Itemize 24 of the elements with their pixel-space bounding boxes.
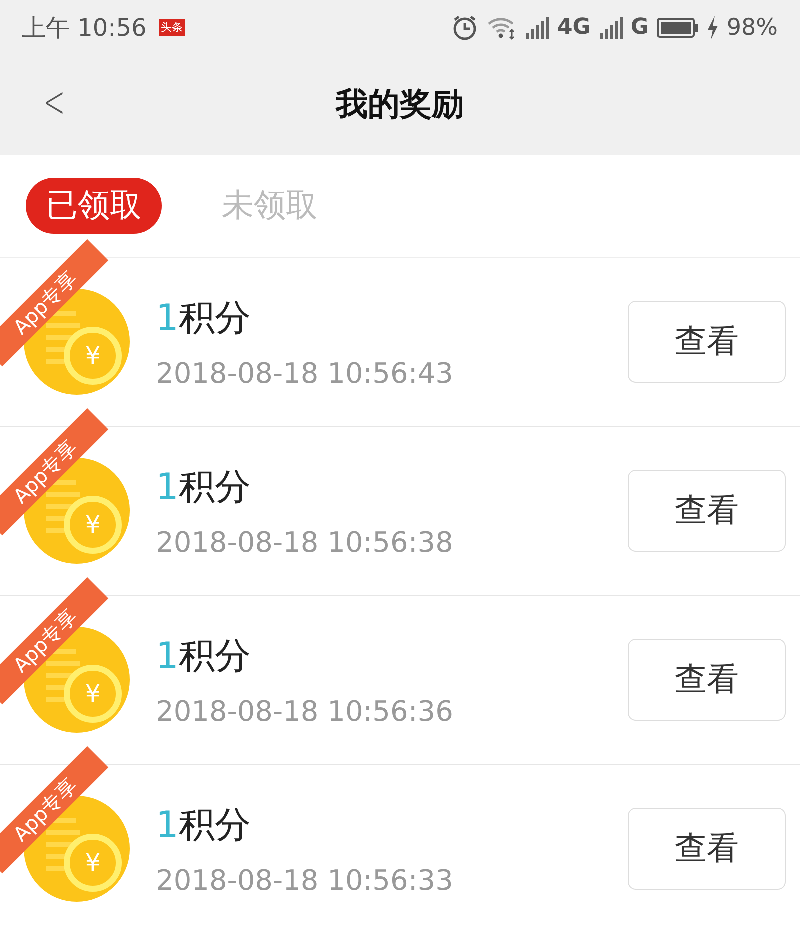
signal-icon — [525, 16, 550, 38]
news-app-badge: 头条 — [158, 19, 185, 36]
signal-icon — [598, 16, 623, 38]
battery-percent: 98% — [726, 14, 778, 40]
reward-time: 2018-08-18 10:56:38 — [156, 526, 454, 559]
charging-icon — [706, 16, 719, 40]
points-amount: 1积分 — [156, 804, 252, 848]
view-button[interactable]: 查看 — [628, 301, 786, 383]
status-time: 上午 10:56 — [22, 12, 147, 44]
reward-time: 2018-08-18 10:56:43 — [156, 357, 454, 390]
reward-time: 2018-08-18 10:56:33 — [156, 864, 454, 897]
reward-time: 2018-08-18 10:56:36 — [156, 695, 454, 728]
view-button[interactable]: 查看 — [628, 639, 786, 721]
battery-icon — [656, 18, 699, 38]
network-type: 4G — [557, 15, 591, 40]
tab[interactable]: 已领取 — [26, 178, 162, 234]
back-button[interactable]: < — [38, 77, 70, 128]
view-button[interactable]: 查看 — [628, 808, 786, 890]
points-amount: 1积分 — [156, 466, 252, 510]
page-title: 我的奖励 — [336, 84, 464, 125]
view-button[interactable]: 查看 — [628, 470, 786, 552]
points-amount: 1积分 — [156, 635, 252, 679]
points-amount: 1积分 — [156, 297, 252, 341]
network-type: G — [630, 15, 649, 40]
